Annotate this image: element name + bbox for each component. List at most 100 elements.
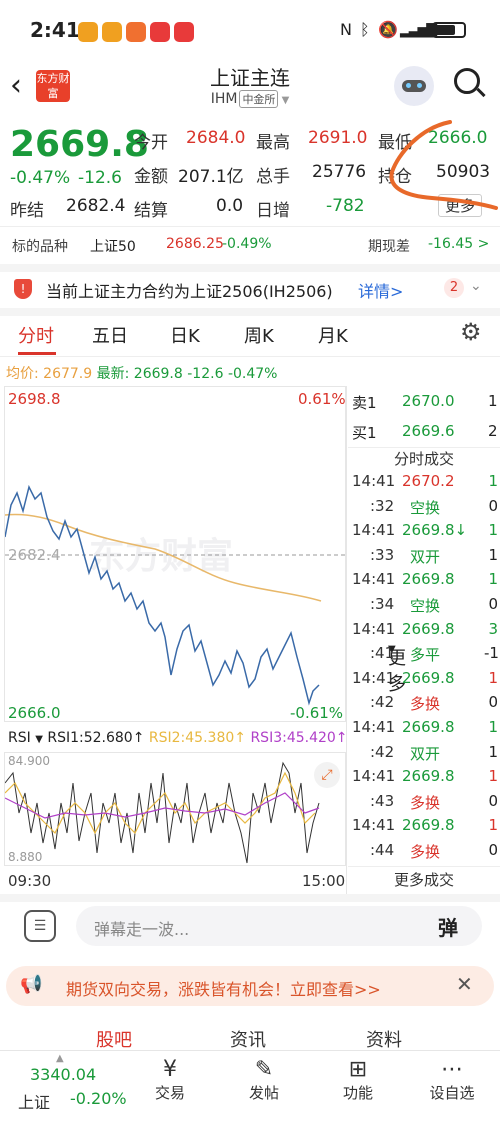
- underlying-price: 2686.25: [166, 236, 224, 252]
- open-label: 今开: [134, 133, 168, 153]
- nav-add-watchlist-label: 设自选: [429, 1084, 475, 1102]
- weibo-icon: [102, 22, 122, 42]
- nav-functions[interactable]: ⊞ 功能: [328, 1057, 388, 1103]
- trade-price: 2669.8: [402, 570, 455, 589]
- chart-top-price: 2698.8: [8, 390, 61, 408]
- nav-post[interactable]: ✎ 发帖: [234, 1057, 294, 1103]
- change-pct: -0.47%: [10, 168, 71, 188]
- nav-functions-label: 功能: [342, 1084, 373, 1102]
- trade-time: 14:41: [352, 816, 396, 835]
- trade-price: 空换: [410, 498, 441, 517]
- signal-icon: ▂▃▅▇: [400, 22, 437, 38]
- nav-add-watchlist[interactable]: ⋯ 设自选: [422, 1057, 482, 1103]
- trade-qty: 1: [488, 570, 498, 589]
- weibo-icon: [78, 22, 98, 42]
- chart-bottom-price: 2666.0: [8, 704, 61, 722]
- rsi3-value: RSI3:45.420↑: [250, 730, 348, 746]
- shield-icon: !: [14, 279, 32, 299]
- divider: [348, 866, 500, 867]
- trade-row: :43 多换 0: [348, 792, 500, 816]
- buy1-price: 2669.6: [402, 422, 455, 440]
- notice-link[interactable]: 详情>: [358, 278, 403, 302]
- yen-icon: ¥: [163, 1057, 177, 1082]
- more-trades-button[interactable]: 更多成交: [348, 869, 500, 890]
- comment-settings-icon[interactable]: ☰: [24, 910, 56, 942]
- trade-qty: -1: [484, 644, 499, 663]
- trade-time: :42: [370, 693, 395, 712]
- mute-icon: 🔕: [378, 20, 398, 39]
- trade-qty: 1: [488, 521, 498, 540]
- trade-price: 2670.2: [402, 472, 455, 490]
- trade-price: 多平: [410, 646, 441, 665]
- app-icon: [126, 22, 146, 42]
- trades-title: 分时成交: [393, 450, 454, 468]
- tab-weekly-k[interactable]: 周K: [244, 322, 274, 348]
- notice-bar[interactable]: ! 当前上证主力合约为上证2506(IH2506) 详情> 2 ⌄: [0, 272, 500, 308]
- rsi-selector[interactable]: RSI ▼: [8, 730, 43, 746]
- app-icon: [150, 22, 170, 42]
- trade-time: 14:41: [352, 570, 396, 589]
- rsi-name: RSI: [8, 730, 31, 746]
- tab-info[interactable]: 资料: [366, 1026, 402, 1052]
- promo-banner[interactable]: 📢 期货双向交易，涨跌皆有机会！立即查看>> ✕: [6, 966, 494, 1006]
- rsi-chart-svg: [5, 761, 320, 864]
- open-value: 2684.0: [186, 128, 246, 148]
- danmu-input[interactable]: 弹幕走一波... 弹: [76, 906, 482, 946]
- rsi-chart: [4, 752, 346, 866]
- search-icon[interactable]: [454, 68, 486, 98]
- tab-five-day[interactable]: 五日: [92, 322, 128, 348]
- trade-row: :41 多平 -1: [348, 644, 500, 668]
- high-value: 2691.0: [308, 128, 368, 148]
- underlying-row[interactable]: 标的品种 上证50 2686.25 -0.49% 期现差 -16.45 >: [0, 226, 500, 264]
- rsi1-line: [5, 761, 320, 864]
- daily-inc-value: -782: [326, 196, 365, 216]
- trade-qty: 3: [488, 619, 498, 638]
- expand-icon[interactable]: ⤢: [314, 762, 340, 788]
- trade-time: 14:41: [352, 718, 396, 736]
- close-icon[interactable]: ✕: [456, 972, 473, 996]
- amount-value: 207.1亿: [178, 167, 244, 187]
- tab-daily-k[interactable]: 日K: [170, 322, 200, 348]
- chart-bottom-pct: -0.61%: [290, 704, 344, 722]
- orange-annotation-scribble: [389, 120, 498, 210]
- underlying-name: 上证50: [90, 239, 136, 255]
- gear-icon[interactable]: ⚙: [460, 318, 482, 346]
- divider: [0, 356, 500, 357]
- trade-qty: 1: [488, 668, 498, 687]
- buy1-qty: 2: [488, 422, 498, 440]
- index-value: 3340.04: [30, 1065, 97, 1084]
- sell1-label: 卖1: [352, 394, 377, 412]
- trade-row: :33 双开 1: [348, 546, 500, 570]
- trade-row: 14:41 2669.8 1: [348, 718, 500, 742]
- trade-price: 双开: [410, 547, 441, 566]
- index-ticker[interactable]: ▲ 3340.04 上证 -0.20%: [0, 1051, 130, 1128]
- trade-time: 14:41: [352, 521, 396, 540]
- latest-change: -12.6: [187, 366, 224, 382]
- trade-qty: 1: [488, 718, 498, 736]
- sell1-price: 2670.0: [402, 392, 455, 410]
- panel-divider: [346, 386, 347, 894]
- rsi-top-value: 84.900: [8, 754, 50, 768]
- trade-qty: 0: [488, 841, 498, 859]
- trade-time: 14:41: [352, 668, 396, 687]
- trade-qty: 1: [488, 472, 498, 490]
- tab-monthly-k[interactable]: 月K: [318, 322, 348, 348]
- basis-value: -16.45 >: [428, 236, 490, 252]
- robot-assistant-icon[interactable]: [394, 66, 434, 106]
- trade-time: :33: [370, 545, 395, 564]
- trade-row: 14:41 2669.8 1: [348, 669, 500, 693]
- danmu-toggle-button[interactable]: 弹: [438, 912, 458, 941]
- chart-top-pct: 0.61%: [298, 390, 346, 408]
- tab-guba[interactable]: 股吧: [96, 1026, 132, 1052]
- nav-trade-label: 交易: [154, 1084, 185, 1102]
- trade-row: 14:41 2669.8 3: [348, 620, 500, 644]
- tab-intraday[interactable]: 分时: [18, 322, 54, 348]
- prev-close-value: 2682.4: [66, 196, 126, 216]
- underlying-pct: -0.49%: [222, 236, 272, 252]
- chevron-down-icon[interactable]: ⌄: [470, 278, 482, 294]
- time-start: 09:30: [8, 872, 52, 890]
- nav-trade[interactable]: ¥ 交易: [140, 1057, 200, 1103]
- tab-news[interactable]: 资讯: [230, 1026, 266, 1052]
- app-icon: [174, 22, 194, 42]
- trade-time: 14:41: [352, 619, 396, 638]
